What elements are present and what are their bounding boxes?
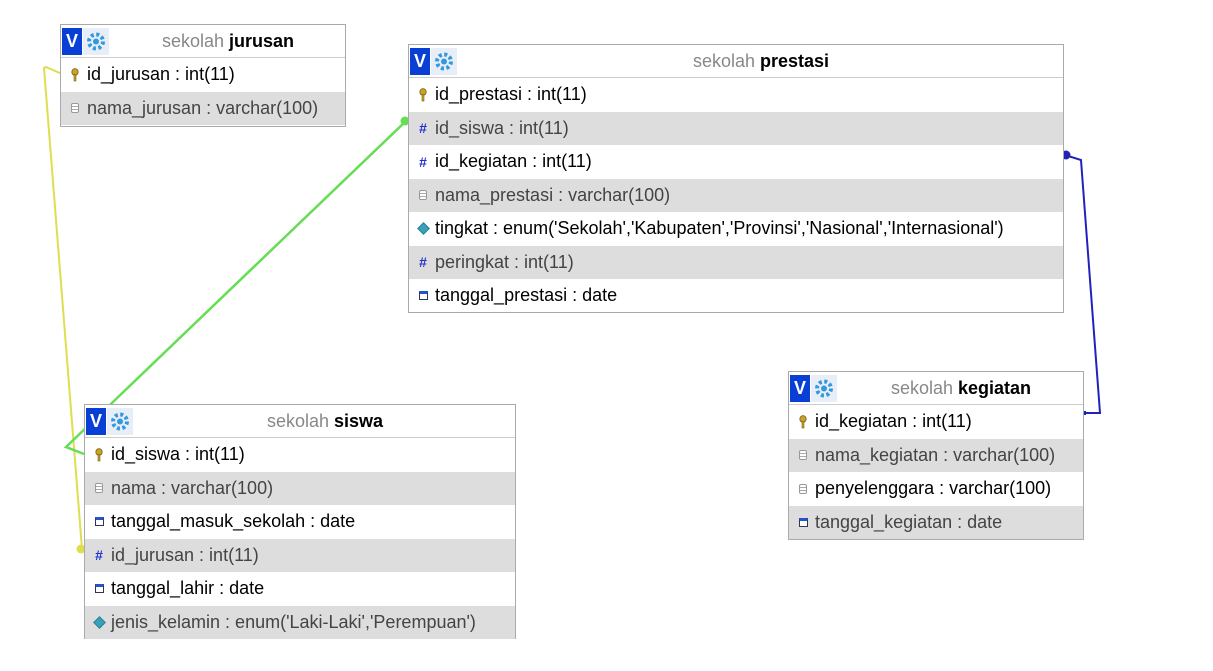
table-title: sekolah siswa <box>135 405 515 438</box>
table-kegiatan[interactable]: V sekolah kegiatan id_kegiatan : int(11)… <box>788 371 1084 540</box>
column-row[interactable]: tanggal_lahir : date <box>85 572 515 606</box>
calendar-icon <box>797 506 809 540</box>
table-title: sekolah kegiatan <box>839 372 1083 405</box>
number-hash-icon: # <box>419 120 427 137</box>
table-jurusan[interactable]: V sekolah jurusan id_jurusan : int(11) n… <box>60 24 346 127</box>
table-name: siswa <box>334 411 384 431</box>
table-name: jurusan <box>229 31 295 51</box>
enum-icon <box>416 212 430 246</box>
table-title: sekolah prestasi <box>459 45 1063 78</box>
column-label: id_jurusan : int(11) <box>87 64 235 84</box>
database-name: sekolah <box>161 31 224 51</box>
column-row[interactable]: # id_kegiatan : int(11) <box>409 145 1063 179</box>
number-hash-icon: # <box>95 547 103 564</box>
number-hash-icon: # <box>419 254 427 271</box>
column-row[interactable]: nama : varchar(100) <box>85 471 515 506</box>
table-name: kegiatan <box>958 378 1032 398</box>
column-row[interactable]: # id_jurusan : int(11) <box>85 538 515 572</box>
column-label: tanggal_kegiatan : date <box>815 511 1003 532</box>
column-label: nama_kegiatan : varchar(100) <box>815 444 1056 465</box>
column-label: nama_jurusan : varchar(100) <box>87 97 319 118</box>
toggle-columns-button[interactable]: V <box>410 48 430 75</box>
column-label: tanggal_masuk_sekolah : date <box>111 511 356 531</box>
table-siswa[interactable]: V sekolah siswa id_siswa : int(11) nama … <box>84 404 516 639</box>
column-row[interactable]: jenis_kelamin : enum('Laki-Laki','Peremp… <box>85 605 515 640</box>
column-row[interactable]: tingkat : enum('Sekolah','Kabupaten','Pr… <box>409 212 1063 246</box>
column-label: tanggal_prestasi : date <box>435 285 618 305</box>
relation-jurusan-siswa <box>42 65 86 554</box>
text-field-icon <box>797 439 809 473</box>
column-label: jenis_kelamin : enum('Laki-Laki','Peremp… <box>111 611 476 632</box>
column-label: id_jurusan : int(11) <box>111 544 259 565</box>
column-row[interactable]: id_prestasi : int(11) <box>409 78 1063 112</box>
key-icon <box>69 58 81 92</box>
column-label: nama : varchar(100) <box>111 477 274 498</box>
table-title: sekolah jurusan <box>111 25 345 58</box>
database-name: sekolah <box>692 51 755 71</box>
table-header[interactable]: V sekolah kegiatan <box>789 372 1083 405</box>
gear-icon[interactable] <box>431 48 457 75</box>
table-header[interactable]: V sekolah jurusan <box>61 25 345 58</box>
column-label: penyelenggara : varchar(100) <box>815 478 1052 498</box>
calendar-icon <box>93 572 105 606</box>
key-icon <box>797 405 809 439</box>
column-label: nama_prestasi : varchar(100) <box>435 184 671 205</box>
column-row[interactable]: # peringkat : int(11) <box>409 245 1063 279</box>
column-label: tingkat : enum('Sekolah','Kabupaten','Pr… <box>435 218 1004 238</box>
column-row[interactable]: id_jurusan : int(11) <box>61 58 345 92</box>
database-name: sekolah <box>266 411 329 431</box>
text-field-icon <box>93 472 105 506</box>
column-row[interactable]: # id_siswa : int(11) <box>409 111 1063 145</box>
database-name: sekolah <box>890 378 953 398</box>
column-row[interactable]: id_siswa : int(11) <box>85 438 515 472</box>
text-field-icon <box>797 472 809 506</box>
column-label: id_kegiatan : int(11) <box>435 151 592 171</box>
table-name: prestasi <box>760 51 830 71</box>
column-label: id_kegiatan : int(11) <box>815 411 972 431</box>
column-row[interactable]: penyelenggara : varchar(100) <box>789 472 1083 506</box>
column-row[interactable]: nama_prestasi : varchar(100) <box>409 178 1063 213</box>
calendar-icon <box>93 505 105 539</box>
column-row[interactable]: tanggal_masuk_sekolah : date <box>85 505 515 539</box>
text-field-icon <box>417 179 429 213</box>
table-header[interactable]: V sekolah siswa <box>85 405 515 438</box>
column-row[interactable]: tanggal_kegiatan : date <box>789 505 1083 540</box>
column-row[interactable]: tanggal_prestasi : date <box>409 279 1063 313</box>
gear-icon[interactable] <box>83 28 109 55</box>
calendar-icon <box>417 279 429 313</box>
gear-icon[interactable] <box>107 408 133 435</box>
key-icon <box>93 438 105 472</box>
column-row[interactable]: id_kegiatan : int(11) <box>789 405 1083 439</box>
column-label: id_siswa : int(11) <box>435 117 569 138</box>
text-field-icon <box>69 92 81 126</box>
toggle-columns-button[interactable]: V <box>790 375 810 402</box>
toggle-columns-button[interactable]: V <box>62 28 82 55</box>
column-label: peringkat : int(11) <box>435 251 574 272</box>
key-icon <box>417 78 429 112</box>
column-row[interactable]: nama_kegiatan : varchar(100) <box>789 438 1083 473</box>
gear-icon[interactable] <box>811 375 837 402</box>
column-label: id_siswa : int(11) <box>111 444 245 464</box>
number-hash-icon: # <box>419 153 427 170</box>
column-label: tanggal_lahir : date <box>111 578 265 598</box>
table-prestasi[interactable]: V sekolah prestasi id_prestasi : int(11)… <box>408 44 1064 313</box>
column-label: id_prestasi : int(11) <box>435 84 587 104</box>
toggle-columns-button[interactable]: V <box>86 408 106 435</box>
column-row[interactable]: nama_jurusan : varchar(100) <box>61 91 345 126</box>
enum-icon <box>92 606 106 640</box>
table-header[interactable]: V sekolah prestasi <box>409 45 1063 78</box>
